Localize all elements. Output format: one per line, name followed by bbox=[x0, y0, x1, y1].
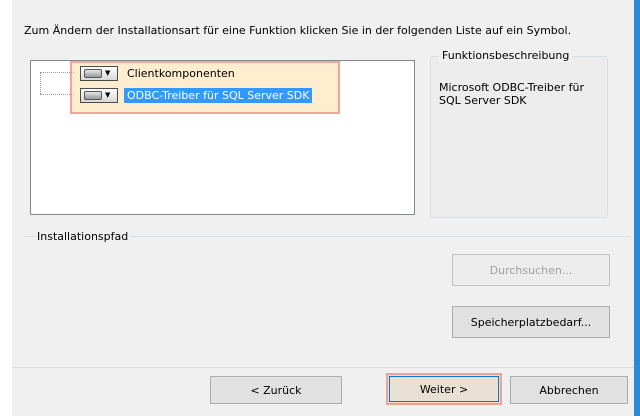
tree-connector bbox=[40, 94, 74, 95]
chevron-down-icon: ▼ bbox=[105, 90, 111, 99]
browse-button[interactable]: Durchsuchen... bbox=[452, 254, 610, 286]
tree-item-odbc-sdk[interactable]: ▼ ODBC-Treiber für SQL Server SDK bbox=[80, 85, 313, 105]
install-path-legend: Installationspfad bbox=[34, 230, 132, 243]
feature-description-group: Funktionsbeschreibung Microsoft ODBC-Tre… bbox=[430, 49, 608, 218]
window-left-edge bbox=[0, 0, 12, 416]
tree-connector bbox=[40, 72, 74, 73]
next-button[interactable]: Weiter > bbox=[389, 376, 499, 402]
back-button[interactable]: < Zurück bbox=[210, 376, 342, 404]
install-type-dropdown[interactable]: ▼ bbox=[80, 87, 118, 103]
tree-item-label: Clientkomponenten bbox=[127, 66, 235, 80]
drive-icon bbox=[84, 68, 102, 78]
drive-icon bbox=[84, 90, 102, 100]
window-right-edge bbox=[634, 0, 640, 416]
footer-separator bbox=[12, 367, 634, 368]
feature-description-legend: Funktionsbeschreibung bbox=[439, 49, 573, 62]
disk-cost-button[interactable]: Speicherplatzbedarf... bbox=[452, 306, 610, 338]
chevron-down-icon: ▼ bbox=[105, 68, 111, 77]
install-type-dropdown[interactable]: ▼ bbox=[80, 65, 118, 81]
instruction-text: Zum Ändern der Installationsart für eine… bbox=[24, 24, 572, 37]
tree-connector bbox=[40, 72, 41, 94]
feature-description-text: Microsoft ODBC-Treiber für SQL Server SD… bbox=[439, 81, 585, 107]
tree-item-clientkomponenten[interactable]: ▼ Clientkomponenten bbox=[80, 63, 238, 83]
tree-item-label: ODBC-Treiber für SQL Server SDK bbox=[124, 87, 313, 103]
cancel-button[interactable]: Abbrechen bbox=[510, 376, 628, 404]
feature-tree[interactable] bbox=[30, 60, 415, 215]
